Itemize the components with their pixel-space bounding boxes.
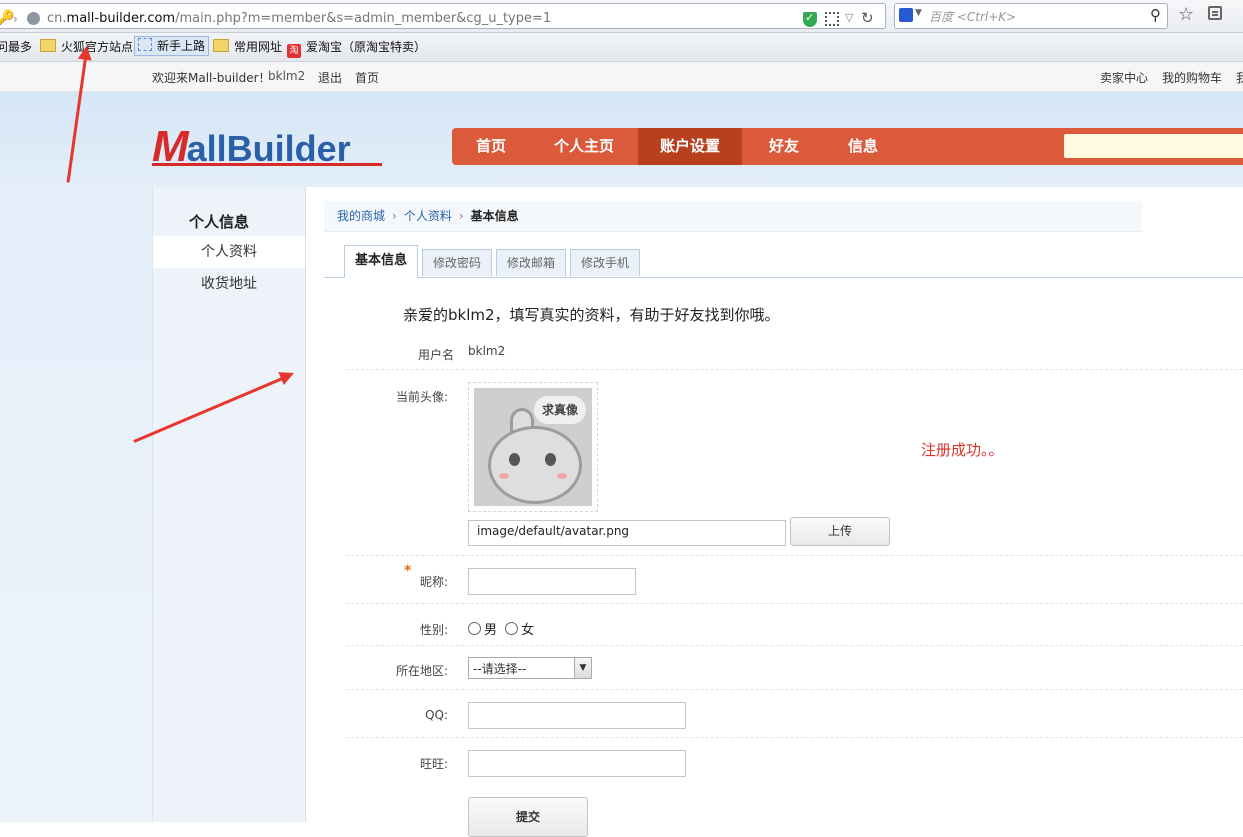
page-icon [138, 38, 152, 51]
upload-button[interactable]: 上传 [790, 517, 890, 546]
logout-link[interactable]: 退出 [318, 69, 342, 86]
main-nav: 首页 个人主页 账户设置 好友 信息 [452, 128, 1243, 165]
avatar-label: 当前头像: [395, 390, 448, 404]
bookmark-item[interactable]: 问最多 [0, 38, 32, 56]
bookmarks-bar: 问最多 火狐官方站点 新手上路 常用网址 淘爱淘宝（原淘宝特卖） [0, 33, 1243, 62]
nickname-input[interactable] [468, 568, 636, 595]
search-box[interactable]: 🐾 ▼ 百度 <Ctrl+K> ⚲ [894, 3, 1168, 29]
nav-item-messages[interactable]: 信息 [826, 128, 900, 165]
main-content: 我的商城 › 个人资料 › 基本信息 基本信息 修改密码 修改邮箱 修改手机 亲爱的bk… [306, 187, 1243, 837]
gender-options: 男 女 [468, 619, 534, 638]
nav-item-home[interactable]: 首页 [454, 128, 528, 165]
site-topbar: 欢迎来Mall-builder！ bklm2 退出 首页 卖家中心 我的购物车 … [0, 62, 1243, 92]
home-link[interactable]: 首页 [355, 69, 379, 86]
avatar-face [488, 426, 582, 504]
sidebar-item-profile[interactable]: 个人资料 [153, 236, 305, 268]
more-link[interactable]: 我 [1236, 69, 1243, 86]
bookmark-star-icon[interactable]: ☆ [1178, 4, 1194, 25]
avatar: 求真像 [474, 388, 592, 506]
divider [346, 689, 1243, 690]
radio-male[interactable] [468, 622, 481, 635]
gender-female-label: 女 [521, 623, 535, 638]
chevron-down-icon: ▼ [574, 658, 591, 678]
gender-male-label: 男 [484, 623, 498, 638]
divider [346, 645, 1243, 646]
divider [346, 737, 1243, 738]
bookmark-item[interactable]: 淘爱淘宝（原淘宝特卖） [287, 38, 426, 58]
breadcrumb-current: 基本信息 [470, 209, 519, 223]
header-search-input[interactable] [1064, 134, 1243, 158]
avatar-frame: 求真像 [468, 382, 598, 512]
search-icon[interactable]: ⚲ [1150, 6, 1161, 24]
bookmark-item[interactable]: 常用网址 [213, 38, 282, 56]
dropdown-arrow-icon[interactable]: ▽ [845, 11, 853, 24]
search-placeholder: 百度 <Ctrl+K> [929, 10, 1017, 24]
radio-female[interactable] [505, 622, 519, 635]
sidebar-title: 个人信息 [189, 213, 250, 231]
nav-item-account-settings[interactable]: 账户设置 [638, 128, 743, 165]
address-text: cn.mall-builder.com/main.php?m=member&s=… [47, 11, 552, 26]
qq-label: QQ: [425, 708, 448, 722]
avatar-cheek [557, 473, 567, 479]
avatar-eye [509, 453, 520, 466]
taobao-icon: 淘 [287, 44, 301, 58]
baidu-paw-icon[interactable]: 🐾 [899, 8, 913, 22]
username-label: 用户名 [417, 348, 454, 362]
divider [346, 369, 1243, 370]
avatar-eye [545, 453, 556, 466]
nav-item-homepage[interactable]: 个人主页 [532, 128, 636, 165]
wangwang-label: 旺旺: [419, 757, 448, 771]
tab-change-password[interactable]: 修改密码 [422, 249, 493, 276]
folder-icon [213, 39, 229, 52]
gender-label: 性别: [419, 623, 448, 637]
breadcrumb-link-profile[interactable]: 个人资料 [404, 209, 452, 223]
breadcrumb: 我的商城 › 个人资料 › 基本信息 [324, 201, 1142, 232]
browser-toolbar: 🔑 › cn.mall-builder.com/main.php?m=membe… [0, 0, 1243, 33]
sidebar-item-address[interactable]: 收货地址 [153, 268, 305, 300]
success-message: 注册成功。。 [921, 441, 1004, 459]
qq-input[interactable] [468, 702, 686, 729]
chevron-right-icon: › [13, 12, 18, 26]
region-label: 所在地区: [395, 664, 448, 678]
username-link[interactable]: bklm2 [268, 69, 305, 83]
tab-change-phone[interactable]: 修改手机 [570, 249, 641, 276]
avatar-cheek [499, 473, 509, 479]
reload-icon[interactable]: ↻ [861, 9, 874, 27]
intro-text: 亲爱的bklm2，填写真实的资料，有助于好友找到你哦。 [403, 306, 780, 324]
divider [346, 603, 1243, 604]
logo-underline [152, 163, 382, 166]
nickname-label: 昵称: [419, 575, 448, 589]
region-select[interactable]: --请选择-- ▼ [468, 657, 592, 679]
reader-icon[interactable] [1208, 6, 1222, 20]
submit-button[interactable]: 提交 [468, 797, 588, 837]
folder-icon [40, 39, 56, 52]
breadcrumb-link-mall[interactable]: 我的商城 [337, 209, 385, 223]
seller-center-link[interactable]: 卖家中心 [1100, 69, 1148, 86]
region-selected: --请选择-- [473, 662, 527, 676]
cart-link[interactable]: 我的购物车 [1162, 69, 1222, 86]
shield-icon[interactable] [803, 11, 817, 27]
welcome-text: 欢迎来Mall-builder！ [152, 71, 271, 85]
username-value: bklm2 [468, 344, 506, 358]
address-bar[interactable]: 🔑 › cn.mall-builder.com/main.php?m=membe… [0, 3, 886, 29]
divider [346, 555, 1243, 556]
avatar-caption: 求真像 [534, 396, 586, 424]
globe-icon [27, 12, 40, 25]
engine-dropdown-icon[interactable]: ▼ [915, 8, 922, 18]
sidebar: 个人信息 个人资料 收货地址 [152, 187, 306, 822]
nav-item-friends[interactable]: 好友 [747, 128, 821, 165]
chevron-right-icon: › [458, 209, 464, 223]
tab-basic-info[interactable]: 基本信息 [344, 245, 419, 278]
wangwang-input[interactable] [468, 750, 686, 777]
bookmark-item[interactable]: 新手上路 [134, 36, 210, 56]
avatar-path-input[interactable]: image/default/avatar.png [468, 520, 786, 546]
qr-code-icon[interactable] [825, 12, 839, 26]
chevron-right-icon: › [392, 209, 397, 223]
tab-change-email[interactable]: 修改邮箱 [496, 249, 567, 276]
tab-bar: 基本信息 修改密码 修改邮箱 修改手机 [324, 245, 1243, 278]
